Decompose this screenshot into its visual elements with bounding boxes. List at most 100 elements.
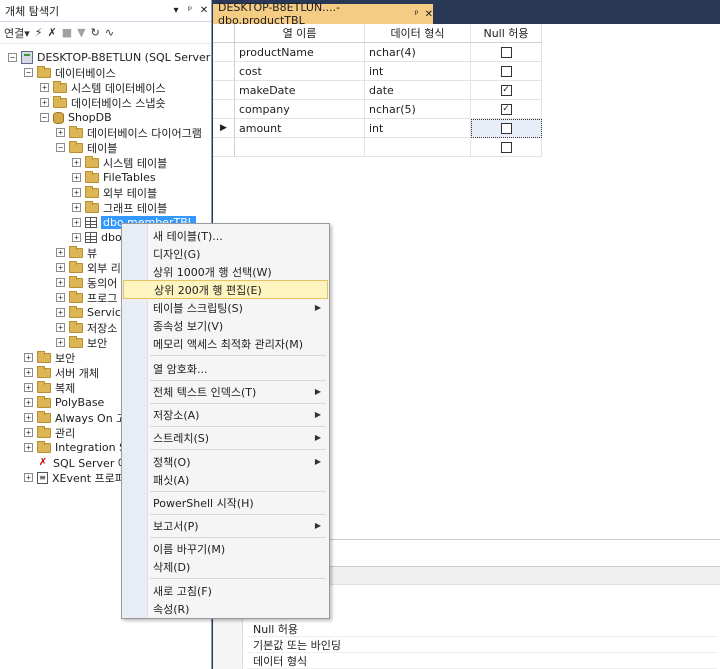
- menu-item[interactable]: 메모리 액세스 최적화 관리자(M): [123, 334, 328, 353]
- dropdown-icon[interactable]: ▾: [169, 5, 183, 16]
- tree-node[interactable]: + 관리: [24, 425, 75, 440]
- data-type-cell[interactable]: nchar(5): [365, 100, 471, 119]
- tree-node[interactable]: + PolyBase: [24, 395, 104, 410]
- allow-nulls-checkbox[interactable]: [501, 123, 512, 134]
- menu-item[interactable]: 이름 바꾸기(M): [123, 539, 328, 558]
- row-selector[interactable]: [213, 81, 235, 100]
- expand-icon[interactable]: +: [72, 188, 81, 197]
- menu-item[interactable]: 보고서(P) ▶: [123, 516, 328, 535]
- column-name-cell[interactable]: productName: [235, 43, 365, 62]
- tree-node[interactable]: − ShopDB: [40, 110, 112, 125]
- expand-icon[interactable]: +: [56, 263, 65, 272]
- expand-icon[interactable]: +: [24, 413, 33, 422]
- allow-nulls-checkbox[interactable]: [500, 141, 512, 153]
- expand-icon[interactable]: +: [24, 398, 33, 407]
- property-allow-nulls[interactable]: Null 허용: [247, 621, 717, 637]
- menu-item[interactable]: 상위 1000개 행 선택(W): [123, 262, 328, 281]
- expand-icon[interactable]: +: [56, 293, 65, 302]
- tree-node[interactable]: + 시스템 데이터베이스: [40, 80, 166, 95]
- tree-node[interactable]: + 데이터베이스 스냅숏: [40, 95, 166, 110]
- tree-node[interactable]: + 동의어: [56, 275, 117, 290]
- expand-icon[interactable]: +: [72, 173, 81, 182]
- connect-icon[interactable]: ⚡: [35, 26, 43, 39]
- row-selector[interactable]: [213, 43, 235, 62]
- row-selector[interactable]: [213, 138, 235, 157]
- property-default-binding[interactable]: 기본값 또는 바인딩: [247, 637, 717, 653]
- expand-icon[interactable]: +: [56, 128, 65, 137]
- tree-node[interactable]: + FileTables: [72, 170, 156, 185]
- menu-item[interactable]: 저장소(A) ▶: [123, 405, 328, 424]
- menu-item[interactable]: 종속성 보기(V): [123, 316, 328, 335]
- data-type-cell[interactable]: int: [365, 119, 471, 138]
- close-icon[interactable]: ✕: [425, 9, 433, 20]
- expand-icon[interactable]: +: [56, 308, 65, 317]
- pin-icon[interactable]: ᵖ: [414, 9, 418, 20]
- collapse-icon[interactable]: −: [8, 53, 17, 62]
- data-type-cell[interactable]: nchar(4): [365, 43, 471, 62]
- menu-item[interactable]: 열 암호화...: [123, 359, 328, 378]
- expand-icon[interactable]: [24, 458, 33, 467]
- connect-button[interactable]: 연결▾: [4, 25, 30, 41]
- menu-item[interactable]: 새 테이블(T)...: [123, 226, 328, 245]
- tree-node[interactable]: + 프로그: [56, 290, 117, 305]
- expand-icon[interactable]: +: [72, 218, 81, 227]
- tree-node[interactable]: + 서버 개체: [24, 365, 99, 380]
- table-row[interactable]: productName nchar(4): [213, 43, 542, 62]
- table-row[interactable]: cost int: [213, 62, 542, 81]
- row-selector[interactable]: [213, 62, 235, 81]
- allow-nulls-checkbox[interactable]: [500, 46, 512, 58]
- column-name-cell[interactable]: [235, 138, 365, 157]
- tree-node[interactable]: + 보안: [56, 335, 107, 350]
- table-row[interactable]: makeDate date ✓: [213, 81, 542, 100]
- allow-nulls-checkbox[interactable]: ✓: [500, 84, 512, 96]
- expand-icon[interactable]: +: [56, 323, 65, 332]
- disconnect-icon[interactable]: ✗: [48, 26, 57, 39]
- pin-icon[interactable]: ᵖ: [183, 5, 197, 16]
- expand-icon[interactable]: +: [56, 248, 65, 257]
- stop-icon[interactable]: ■: [62, 26, 72, 39]
- expand-icon[interactable]: +: [24, 443, 33, 452]
- tree-node[interactable]: − DESKTOP-B8ETLUN (SQL Server 14.0.: [8, 50, 242, 65]
- menu-item[interactable]: 디자인(G): [123, 244, 328, 263]
- expand-icon[interactable]: +: [72, 203, 81, 212]
- refresh-icon[interactable]: ↻: [91, 26, 100, 39]
- tree-node[interactable]: + 그래프 테이블: [72, 200, 167, 215]
- expand-icon[interactable]: +: [24, 368, 33, 377]
- menu-item[interactable]: 스트레치(S) ▶: [123, 428, 328, 447]
- column-name-cell[interactable]: makeDate: [235, 81, 365, 100]
- document-tab[interactable]: DESKTOP-B8ETLUN....- dbo.productTBL ᵖ ✕: [213, 1, 433, 27]
- row-selector[interactable]: [213, 100, 235, 119]
- table-row[interactable]: ▶ amount int: [213, 119, 542, 138]
- tree-node[interactable]: + 외부 리: [56, 260, 121, 275]
- expand-icon[interactable]: +: [40, 98, 49, 107]
- expand-icon[interactable]: +: [56, 338, 65, 347]
- collapse-icon[interactable]: −: [24, 68, 33, 77]
- activity-icon[interactable]: ∿: [105, 26, 114, 39]
- expand-icon[interactable]: +: [24, 353, 33, 362]
- expand-icon[interactable]: +: [40, 83, 49, 92]
- tree-node[interactable]: − 데이터베이스: [24, 65, 116, 80]
- allow-nulls-checkbox[interactable]: ✓: [500, 103, 512, 115]
- table-row[interactable]: [213, 138, 542, 157]
- tree-node[interactable]: + ≡ XEvent 프로파일: [24, 470, 135, 485]
- menu-item[interactable]: 상위 200개 행 편집(E): [123, 280, 328, 299]
- menu-item[interactable]: 패싯(A): [123, 470, 328, 489]
- column-name-cell[interactable]: cost: [235, 62, 365, 81]
- allow-nulls-checkbox[interactable]: [500, 65, 512, 77]
- menu-item[interactable]: 정책(O) ▶: [123, 452, 328, 471]
- filter-icon[interactable]: ▼: [77, 26, 85, 39]
- property-data-type[interactable]: 데이터 형식: [247, 653, 717, 669]
- expand-icon[interactable]: +: [56, 278, 65, 287]
- collapse-icon[interactable]: −: [56, 143, 65, 152]
- table-row[interactable]: company nchar(5) ✓: [213, 100, 542, 119]
- tree-node[interactable]: + Always On 고가: [24, 410, 136, 425]
- expand-icon[interactable]: +: [72, 233, 81, 242]
- menu-item[interactable]: 속성(R): [123, 599, 328, 618]
- expand-icon[interactable]: +: [72, 158, 81, 167]
- tree-node[interactable]: − 테이블: [56, 140, 117, 155]
- menu-item[interactable]: 새로 고침(F): [123, 581, 328, 600]
- data-type-cell[interactable]: [365, 138, 471, 157]
- expand-icon[interactable]: +: [24, 473, 33, 482]
- menu-item[interactable]: 전체 텍스트 인덱스(T) ▶: [123, 382, 328, 401]
- tree-node[interactable]: + 보안: [24, 350, 75, 365]
